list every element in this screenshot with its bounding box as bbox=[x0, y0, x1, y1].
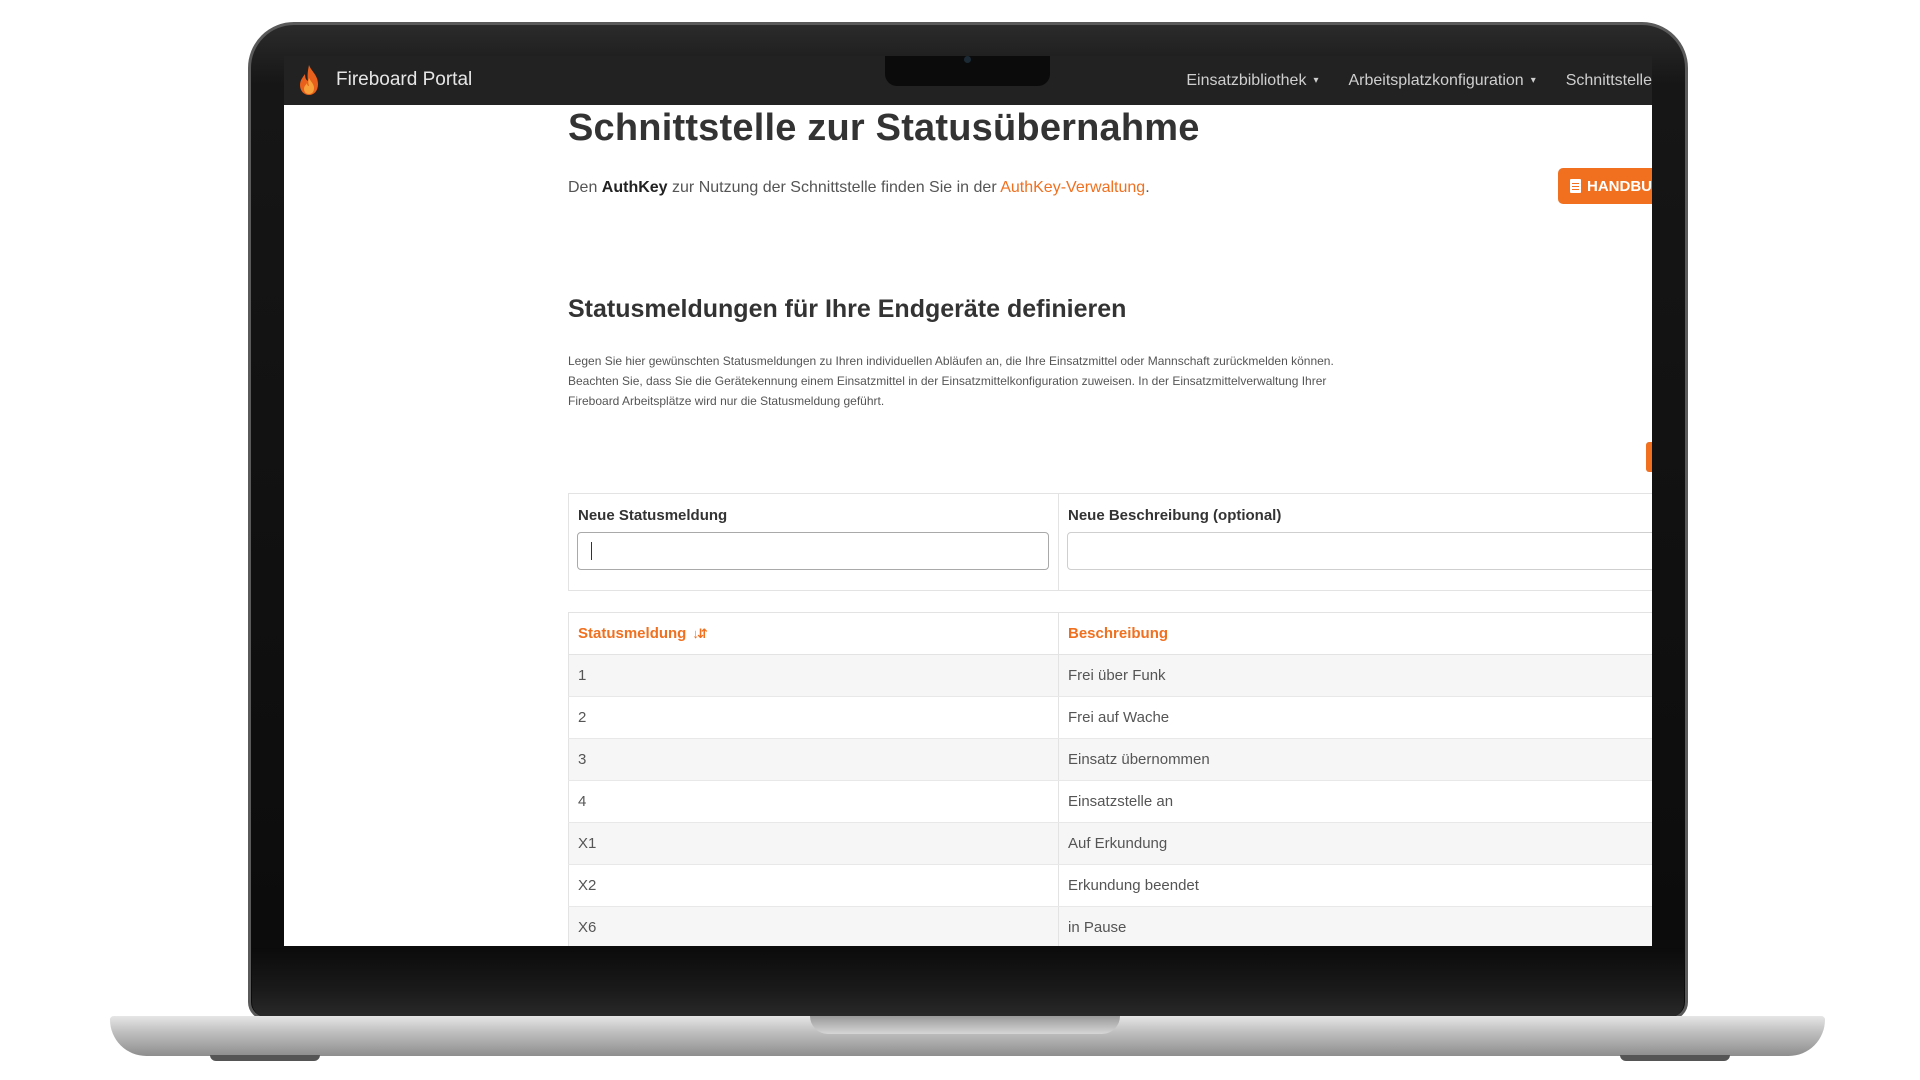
intro-middle: zur Nutzung der Schnittstelle finden Sie… bbox=[667, 179, 1001, 196]
new-status-form: Neue Statusmeldung Neue Beschreibung (op… bbox=[568, 493, 1652, 591]
status-cell: 2 bbox=[568, 696, 1059, 739]
table-row[interactable]: 4 Einsatzstelle an bbox=[568, 780, 1652, 823]
status-cell: X1 bbox=[568, 822, 1059, 865]
laptop-chin bbox=[252, 948, 1684, 1018]
page-title: Schnittstelle zur Statusübernahme bbox=[568, 107, 1200, 149]
manual-button-label: HANDBU bbox=[1587, 177, 1652, 195]
table-row[interactable]: 2 Frei auf Wache bbox=[568, 696, 1652, 739]
description-cell: Auf Erkundung bbox=[1058, 822, 1652, 865]
caret-down-icon: ▾ bbox=[1313, 75, 1319, 86]
intro-suffix: . bbox=[1145, 179, 1150, 196]
screen: Fireboard Portal Einsatzbibliothek ▾ Arb… bbox=[284, 56, 1652, 946]
description-cell: Frei auf Wache bbox=[1058, 696, 1652, 739]
status-field-group: Neue Statusmeldung bbox=[569, 494, 1059, 590]
description-field-group: Neue Beschreibung (optional) bbox=[1059, 494, 1652, 590]
description-cell: Einsatzstelle an bbox=[1058, 780, 1652, 823]
table-row[interactable]: X1 Auf Erkundung bbox=[568, 822, 1652, 865]
description-cell: Einsatz übernommen bbox=[1058, 738, 1652, 781]
flame-icon bbox=[300, 65, 318, 95]
status-cell: 4 bbox=[568, 780, 1059, 823]
intro-authkey: AuthKey bbox=[601, 179, 668, 196]
brand-link[interactable]: Fireboard Portal bbox=[296, 64, 472, 96]
table-row[interactable]: 1 Frei über Funk bbox=[568, 654, 1652, 697]
nav-item-label: Arbeitsplatzkonfiguration bbox=[1348, 71, 1524, 89]
description-label: Neue Beschreibung (optional) bbox=[1068, 507, 1282, 524]
new-status-input[interactable] bbox=[577, 532, 1049, 570]
status-cell: X2 bbox=[568, 864, 1059, 907]
status-label: Neue Statusmeldung bbox=[578, 507, 728, 524]
nav-item-schnittstelle[interactable]: Schnittstelle bbox=[1566, 72, 1652, 90]
table-row[interactable]: 3 Einsatz übernommen bbox=[568, 738, 1652, 781]
description-cell: Erkundung beendet bbox=[1058, 864, 1652, 907]
manual-button[interactable]: HANDBU bbox=[1558, 168, 1652, 204]
nav-item-label: Schnittstelle bbox=[1565, 71, 1652, 89]
status-cell: X6 bbox=[568, 906, 1059, 946]
nav-item-label: Einsatzbibliothek bbox=[1186, 71, 1307, 89]
nav-menu: Einsatzbibliothek ▾ Arbeitsplatzkonfigur… bbox=[1156, 56, 1652, 105]
laptop-foot-right bbox=[1620, 1055, 1730, 1061]
section-description: Legen Sie hier gewünschten Statusmeldung… bbox=[568, 354, 1334, 408]
status-cell: 1 bbox=[568, 654, 1059, 697]
side-tab-edge[interactable] bbox=[1646, 442, 1652, 472]
laptop-foot-left bbox=[210, 1055, 320, 1061]
description-cell: in Pause bbox=[1058, 906, 1652, 946]
description-cell: Frei über Funk bbox=[1058, 654, 1652, 697]
column-header-description[interactable]: Beschreibung bbox=[1058, 612, 1652, 655]
nav-item-arbeitsplatzkonfiguration[interactable]: Arbeitsplatzkonfiguration ▾ bbox=[1348, 72, 1535, 90]
column-header-label: Beschreibung bbox=[1068, 625, 1169, 642]
camera-icon bbox=[964, 56, 971, 63]
section-title: Statusmeldungen für Ihre Endgeräte defin… bbox=[568, 295, 1127, 323]
table-row[interactable]: X2 Erkundung beendet bbox=[568, 864, 1652, 907]
status-table: Statusmeldung ↓⇵ Beschreibung 1 Frei über … bbox=[568, 612, 1652, 946]
brand-name: Fireboard Portal bbox=[336, 69, 473, 90]
document-icon bbox=[1570, 179, 1581, 193]
caret-down-icon: ▾ bbox=[1530, 75, 1536, 86]
table-row[interactable]: X6 in Pause bbox=[568, 906, 1652, 946]
intro-text: Den AuthKey zur Nutzung der Schnittstell… bbox=[568, 179, 1150, 197]
text-cursor bbox=[591, 542, 592, 560]
sort-icon[interactable]: ↓⇵ bbox=[692, 626, 707, 642]
new-description-input[interactable] bbox=[1067, 532, 1652, 570]
nav-item-einsatzbibliothek[interactable]: Einsatzbibliothek ▾ bbox=[1186, 72, 1318, 90]
intro-prefix: Den bbox=[568, 179, 602, 196]
authkey-link[interactable]: AuthKey-Verwaltung bbox=[1000, 179, 1145, 196]
status-cell: 3 bbox=[568, 738, 1059, 781]
laptop-hinge-groove bbox=[810, 1016, 1120, 1034]
column-header-status[interactable]: Statusmeldung ↓⇵ bbox=[568, 612, 1059, 655]
table-header-row: Statusmeldung ↓⇵ Beschreibung bbox=[568, 612, 1652, 655]
column-header-label: Statusmeldung bbox=[578, 625, 687, 642]
